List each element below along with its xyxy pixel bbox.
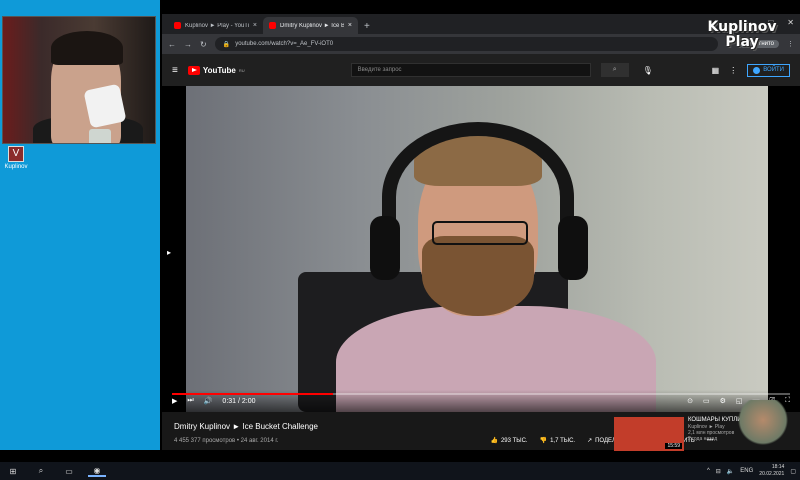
apps-grid-icon[interactable]: ▦ <box>712 66 720 75</box>
app-icon: V <box>8 146 24 162</box>
autoplay-toggle-icon[interactable]: ⊙ <box>687 397 693 405</box>
tab-close-icon[interactable]: × <box>253 22 257 29</box>
youtube-header: ≡ YouTube RU Введите запрос ⌕ 🎙 ▦ ⋮ ВОЙТ… <box>162 54 800 86</box>
like-button[interactable]: 👍 293 ТЫС. <box>490 437 527 445</box>
search-button[interactable]: ⌕ <box>600 63 629 77</box>
taskbar: ⊞ ⌕ ▭ ◉ ^ ⊟ 🔈 ENG 18:14 20.02.2021 ▢ <box>0 462 800 480</box>
play-icon[interactable]: ▶ <box>172 397 177 405</box>
chrome-icon[interactable]: ◉ <box>88 466 106 477</box>
lock-icon: 🔒 <box>222 41 231 48</box>
search-icon: ⌕ <box>612 66 617 73</box>
webcam-overlay <box>2 16 156 144</box>
settings-kebab-icon[interactable]: ⋮ <box>729 66 737 75</box>
video-info: Dmitry Kuplinov ► Ice Bucket Challenge 4… <box>162 412 800 451</box>
next-icon[interactable]: ⏭ <box>187 397 193 405</box>
clock[interactable]: 18:14 20.02.2021 <box>759 464 784 478</box>
channel-watermark: Kuplinov Play <box>694 20 790 50</box>
desktop: V Kuplinov <box>0 0 160 450</box>
folder-icon[interactable]: ▭ <box>60 467 78 476</box>
hamburger-menu-icon[interactable]: ≡ <box>172 65 178 76</box>
tab-title: Dmitry Kuplinov ► Ice Bucket Ch <box>280 22 344 29</box>
system-tray: ^ ⊟ 🔈 ENG 18:14 20.02.2021 ▢ <box>707 464 796 478</box>
notifications-icon[interactable]: ▢ <box>790 468 796 475</box>
region-code: RU <box>238 67 245 73</box>
tab-kuplinov-play[interactable]: Kuplinov ► Play - YouTube × <box>168 17 263 34</box>
face-overlay <box>734 400 792 450</box>
sign-in-button[interactable]: ВОЙТИ <box>747 63 790 77</box>
browser-window: Kuplinov ► Play - YouTube × Dmitry Kupli… <box>162 14 800 451</box>
clock-time: 18:14 <box>771 464 785 470</box>
desktop-shortcut-label: Kuplinov <box>4 164 28 170</box>
mouse-cursor-icon: ▸ <box>167 248 172 257</box>
subtitles-icon[interactable]: ▭ <box>703 397 710 405</box>
view-count: 4 455 377 просмотров • 24 авг. 2014 г. <box>174 437 279 444</box>
speaker-icon[interactable]: 🔈 <box>727 468 734 475</box>
thumbs-down-icon: 👎 <box>539 438 548 444</box>
progress-fill <box>172 393 333 395</box>
windows-start-icon[interactable]: ⊞ <box>4 467 22 476</box>
clock-date: 20.02.2021 <box>759 471 785 477</box>
thumbs-up-icon: 👍 <box>490 438 498 444</box>
progress-bar[interactable] <box>172 393 790 395</box>
network-icon[interactable]: ⊟ <box>716 468 721 475</box>
youtube-logo[interactable]: YouTube RU <box>187 65 245 75</box>
search-icon[interactable]: ⌕ <box>32 466 50 476</box>
duration-badge: 15:59 <box>665 443 682 449</box>
video-player[interactable]: ▶ ⏭ 🔊 0:31 / 2:00 ⊙ ▭ ⚙ ◱ ▬ ⎚ ⛶ <box>162 86 800 412</box>
youtube-logo-text: YouTube <box>202 65 236 75</box>
forward-icon[interactable]: → <box>184 40 192 49</box>
youtube-favicon-icon <box>269 22 276 29</box>
settings-gear-icon[interactable]: ⚙ <box>720 397 726 405</box>
tab-ice-bucket[interactable]: Dmitry Kuplinov ► Ice Bucket Ch × <box>263 17 358 34</box>
desktop-shortcut[interactable]: V Kuplinov <box>4 146 28 170</box>
tab-title: Kuplinov ► Play - YouTube <box>185 22 249 29</box>
reload-icon[interactable]: ↻ <box>200 40 207 49</box>
recommended-thumbnail[interactable]: 15:59 <box>614 417 684 451</box>
video-frame[interactable] <box>186 86 768 412</box>
microphone-icon[interactable]: 🎙 <box>643 66 653 75</box>
watermark-line-2: Play <box>725 34 759 50</box>
youtube-favicon-icon <box>174 22 181 29</box>
url-text: youtube.com/watch?v=_Ae_FV-iOT0 <box>235 41 334 47</box>
volume-icon[interactable]: 🔊 <box>204 397 213 405</box>
dislike-button[interactable]: 👎 1,7 ТЫС. <box>539 437 575 445</box>
new-tab-button[interactable]: + <box>358 21 376 34</box>
back-icon[interactable]: ← <box>168 40 176 49</box>
chevron-up-icon[interactable]: ^ <box>707 468 710 474</box>
sign-in-label: ВОЙТИ <box>763 67 784 73</box>
search-input[interactable]: Введите запрос <box>350 63 591 77</box>
account-icon <box>753 66 761 74</box>
share-icon: ↗ <box>587 438 593 444</box>
player-controls: ▶ ⏭ 🔊 0:31 / 2:00 ⊙ ▭ ⚙ ◱ ▬ ⎚ ⛶ <box>162 390 800 412</box>
language-indicator[interactable]: ENG <box>740 468 753 474</box>
time-display: 0:31 / 2:00 <box>222 397 256 405</box>
address-bar[interactable]: 🔒 youtube.com/watch?v=_Ae_FV-iOT0 <box>214 37 719 51</box>
youtube-play-icon <box>187 65 200 75</box>
watermark-line-1: Kuplinov <box>707 19 777 35</box>
tab-close-icon[interactable]: × <box>348 22 352 29</box>
